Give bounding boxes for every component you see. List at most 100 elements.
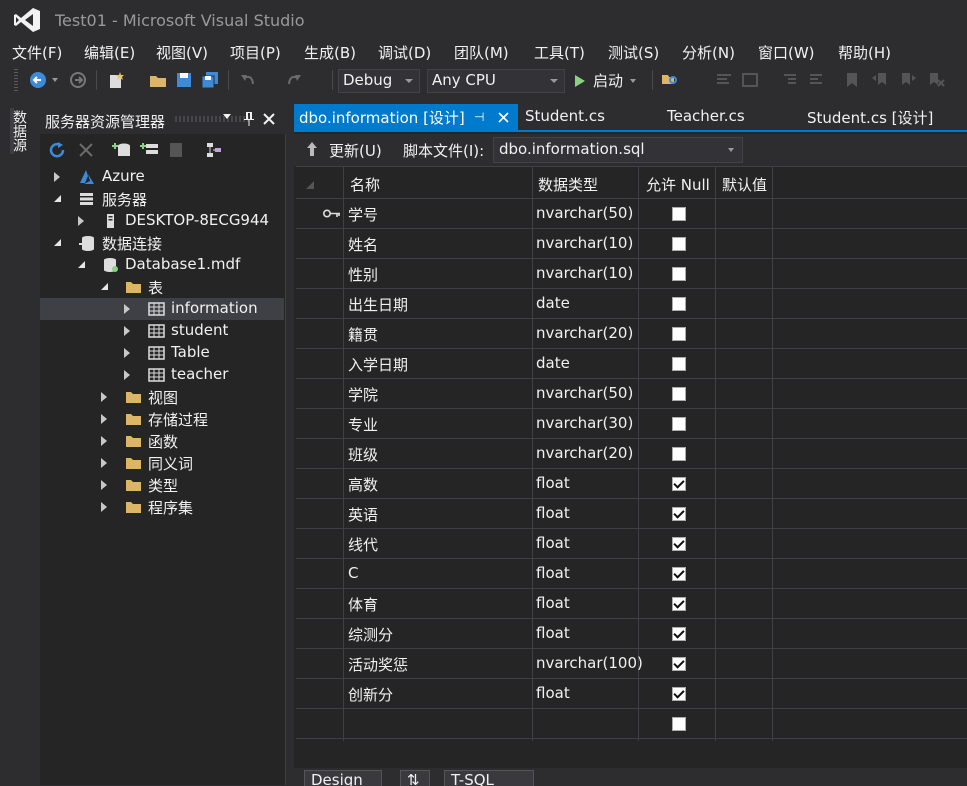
- menu-help[interactable]: 帮助(H): [838, 42, 891, 63]
- close-tab-icon[interactable]: [498, 112, 509, 123]
- table-row[interactable]: 综测分 float: [296, 619, 967, 649]
- column-name-cell[interactable]: 入学日期: [348, 354, 408, 375]
- solution-configuration-dropdown[interactable]: Debug: [338, 69, 420, 93]
- table-row[interactable]: 入学日期 date: [296, 349, 967, 379]
- save-all-icon[interactable]: [200, 70, 220, 90]
- tree-node-tables[interactable]: 表: [40, 276, 284, 298]
- expand-arrow-icon[interactable]: [101, 392, 107, 402]
- tree-node-table-student[interactable]: student: [40, 320, 284, 342]
- data-type-cell[interactable]: nvarchar(50): [536, 204, 633, 222]
- menu-view[interactable]: 视图(V): [156, 42, 208, 63]
- collapse-arrow-icon[interactable]: [78, 261, 85, 268]
- allow-null-checkbox[interactable]: [672, 507, 686, 521]
- navigate-forward-icon[interactable]: [68, 70, 88, 90]
- allow-null-checkbox[interactable]: [672, 537, 686, 551]
- comment-icon[interactable]: [714, 70, 734, 90]
- column-name-cell[interactable]: 出生日期: [348, 294, 408, 315]
- collapse-arrow-icon[interactable]: [54, 195, 61, 202]
- tree-node-types[interactable]: 类型: [40, 474, 284, 496]
- allow-null-checkbox[interactable]: [672, 567, 686, 581]
- select-all-corner[interactable]: [306, 181, 314, 189]
- expand-arrow-icon[interactable]: [124, 370, 130, 380]
- table-row[interactable]: 专业 nvarchar(30): [296, 409, 967, 439]
- tree-node-table-teacher[interactable]: teacher: [40, 364, 284, 386]
- view-diagram-icon[interactable]: [204, 141, 224, 159]
- open-file-icon[interactable]: [148, 70, 168, 90]
- clear-bookmarks-icon[interactable]: [926, 70, 946, 90]
- allow-null-checkbox[interactable]: [672, 207, 686, 221]
- window-position-dropdown-icon[interactable]: [223, 114, 231, 119]
- column-name-cell[interactable]: 英语: [348, 504, 378, 525]
- script-file-dropdown[interactable]: dbo.information.sql: [493, 137, 743, 163]
- data-type-cell[interactable]: nvarchar(10): [536, 234, 633, 252]
- data-sources-tab[interactable]: 数据源: [10, 108, 30, 154]
- data-type-cell[interactable]: date: [536, 294, 570, 312]
- tree-node-table-information[interactable]: information: [40, 298, 284, 320]
- menu-test[interactable]: 测试(S): [608, 42, 659, 63]
- table-row[interactable]: 班级 nvarchar(20): [296, 439, 967, 469]
- table-row[interactable]: 高数 float: [296, 469, 967, 499]
- menu-window[interactable]: 窗口(W): [758, 42, 815, 63]
- expand-arrow-icon[interactable]: [78, 216, 84, 226]
- menu-project[interactable]: 项目(P): [230, 42, 281, 63]
- save-icon[interactable]: [174, 70, 194, 90]
- data-type-cell[interactable]: nvarchar(100): [536, 654, 643, 672]
- allow-null-checkbox[interactable]: [672, 597, 686, 611]
- expand-arrow-icon[interactable]: [101, 480, 107, 490]
- solution-platform-dropdown[interactable]: Any CPU: [427, 69, 565, 93]
- table-row[interactable]: 出生日期 date: [296, 289, 967, 319]
- allow-null-checkbox[interactable]: [672, 417, 686, 431]
- next-bookmark-icon[interactable]: [898, 70, 918, 90]
- menu-analyze[interactable]: 分析(N): [682, 42, 735, 63]
- connect-to-sharepoint-icon[interactable]: [166, 141, 186, 159]
- table-row[interactable]: [296, 709, 967, 739]
- tab-teacher-cs[interactable]: Teacher.cs: [667, 104, 745, 130]
- table-row[interactable]: 创新分 float: [296, 679, 967, 709]
- header-name[interactable]: 名称: [350, 174, 380, 195]
- column-name-cell[interactable]: 线代: [348, 534, 378, 555]
- tab-information-design[interactable]: dbo.information [设计] ⊣: [294, 104, 518, 130]
- menu-debug[interactable]: 调试(D): [378, 42, 431, 63]
- allow-null-checkbox[interactable]: [672, 717, 686, 731]
- back-dropdown-icon[interactable]: [52, 78, 58, 82]
- data-type-cell[interactable]: float: [536, 534, 570, 552]
- new-project-icon[interactable]: [106, 70, 126, 90]
- table-row[interactable]: 英语 float: [296, 499, 967, 529]
- allow-null-checkbox[interactable]: [672, 267, 686, 281]
- expand-arrow-icon[interactable]: [124, 326, 130, 336]
- tree-node-database[interactable]: Database1.mdf: [40, 254, 284, 276]
- update-button[interactable]: 更新(U): [329, 140, 382, 161]
- expand-arrow-icon[interactable]: [101, 436, 107, 446]
- collapse-arrow-icon[interactable]: [54, 239, 61, 246]
- expand-arrow-icon[interactable]: [54, 172, 60, 182]
- data-type-cell[interactable]: nvarchar(30): [536, 414, 633, 432]
- data-type-cell[interactable]: float: [536, 474, 570, 492]
- menu-file[interactable]: 文件(F): [12, 42, 62, 63]
- menu-build[interactable]: 生成(B): [304, 42, 356, 63]
- data-type-cell[interactable]: float: [536, 684, 570, 702]
- column-name-cell[interactable]: 活动奖惩: [348, 654, 408, 675]
- column-name-cell[interactable]: 综测分: [348, 624, 393, 645]
- tree-node-azure[interactable]: Azure: [40, 166, 284, 188]
- column-name-cell[interactable]: 创新分: [348, 684, 393, 705]
- data-type-cell[interactable]: float: [536, 564, 570, 582]
- menu-tools[interactable]: 工具(T): [534, 42, 585, 63]
- column-name-cell[interactable]: 高数: [348, 474, 378, 495]
- find-in-files-icon[interactable]: [660, 70, 680, 90]
- allow-null-checkbox[interactable]: [672, 657, 686, 671]
- allow-null-checkbox[interactable]: [672, 297, 686, 311]
- expand-arrow-icon[interactable]: [101, 502, 107, 512]
- previous-bookmark-icon[interactable]: [870, 70, 890, 90]
- table-row[interactable]: 学号 nvarchar(50): [296, 199, 967, 229]
- data-type-cell[interactable]: nvarchar(20): [536, 444, 633, 462]
- panel-grip[interactable]: [175, 116, 249, 122]
- tab-student-cs-design[interactable]: Student.cs [设计]: [807, 104, 933, 130]
- data-type-cell[interactable]: float: [536, 594, 570, 612]
- refresh-icon[interactable]: [48, 141, 68, 159]
- data-type-cell[interactable]: float: [536, 624, 570, 642]
- tree-node-views[interactable]: 视图: [40, 386, 284, 408]
- data-type-cell[interactable]: nvarchar(20): [536, 324, 633, 342]
- menu-team[interactable]: 团队(M): [454, 42, 509, 63]
- bookmark-icon[interactable]: [842, 70, 862, 90]
- navigate-back-icon[interactable]: [28, 70, 48, 90]
